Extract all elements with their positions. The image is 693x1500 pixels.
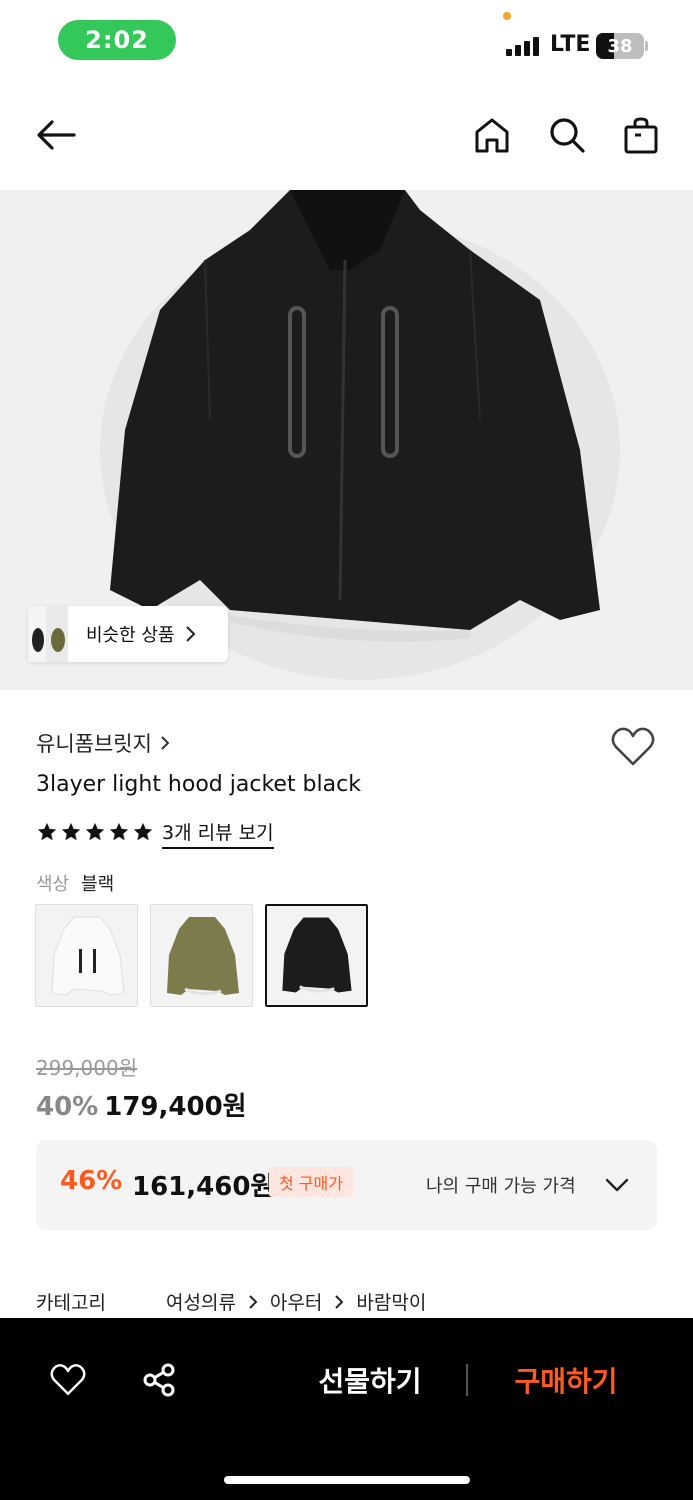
- original-price: 299,000원: [36, 1056, 138, 1080]
- similar-products-button[interactable]: 비슷한 상품: [28, 606, 228, 662]
- arrow-left-icon[interactable]: [34, 113, 78, 157]
- similar-thumbnails: [28, 606, 68, 662]
- similar-products-label: 비슷한 상품: [86, 625, 175, 646]
- category-breadcrumb: 여성의류 아우터 바람막이: [166, 1288, 426, 1315]
- category-item[interactable]: 여성의류: [166, 1288, 236, 1315]
- chevron-right-icon: [328, 1291, 350, 1313]
- network-type: LTE: [550, 32, 591, 57]
- top-navigation: [0, 95, 693, 185]
- buy-button[interactable]: 구매하기: [496, 1358, 636, 1402]
- battery-icon: 38: [596, 33, 644, 59]
- color-row: 색상 블랙: [36, 870, 114, 896]
- privacy-indicator-dot: [503, 12, 511, 20]
- gift-button[interactable]: 선물하기: [300, 1358, 440, 1402]
- category-row: 카테고리 여성의류 아우터 바람막이: [36, 1288, 426, 1315]
- bottom-action-bar: 선물하기 구매하기: [0, 1318, 693, 1500]
- home-icon[interactable]: [470, 113, 514, 157]
- chevron-right-icon: [242, 1291, 264, 1313]
- coupon-price: 161,460원: [132, 1172, 275, 1202]
- price-row: 40% 179,400원: [36, 1086, 247, 1123]
- brand-link[interactable]: 유니폼브릿지: [36, 728, 170, 758]
- category-label: 카테고리: [36, 1292, 106, 1314]
- chevron-right-icon: [185, 625, 197, 643]
- battery-cap: [645, 41, 648, 51]
- star-icon: [108, 821, 130, 847]
- shopping-bag-icon[interactable]: [619, 113, 663, 157]
- discount-rate: 40%: [36, 1092, 99, 1122]
- chevron-right-icon: [160, 735, 170, 751]
- rating-stars: [36, 821, 154, 847]
- category-item[interactable]: 아우터: [270, 1288, 322, 1315]
- chevron-down-icon[interactable]: [602, 1170, 632, 1200]
- coupon-discount-rate: 46%: [60, 1166, 123, 1196]
- divider: [466, 1364, 468, 1396]
- sale-price: 179,400원: [104, 1092, 247, 1122]
- heart-icon[interactable]: [46, 1358, 90, 1402]
- product-title: 3layer light hood jacket black: [36, 772, 361, 797]
- my-price-label: 나의 구매 가능 가격: [426, 1176, 576, 1197]
- color-swatches: [35, 904, 368, 1007]
- status-bar: 2:02 LTE 38: [0, 0, 693, 80]
- category-item[interactable]: 바람막이: [356, 1288, 426, 1315]
- product-image[interactable]: 비슷한 상품: [0, 190, 693, 690]
- star-icon: [84, 821, 106, 847]
- rating-row: 3개 리뷰 보기: [36, 818, 274, 849]
- search-icon[interactable]: [545, 113, 589, 157]
- star-icon: [36, 821, 58, 847]
- signal-icon: [506, 36, 539, 56]
- heart-icon[interactable]: [610, 726, 656, 768]
- color-label: 색상: [36, 874, 70, 895]
- swatch-black[interactable]: [265, 904, 368, 1007]
- home-indicator[interactable]: [224, 1476, 470, 1484]
- review-link[interactable]: 3개 리뷰 보기: [162, 818, 274, 849]
- share-icon[interactable]: [137, 1358, 181, 1402]
- brand-name: 유니폼브릿지: [36, 732, 152, 756]
- star-icon: [132, 821, 154, 847]
- swatch-white[interactable]: [35, 904, 138, 1007]
- status-time: 2:02: [58, 20, 176, 60]
- coupon-price-box[interactable]: 46% 161,460원 첫 구매가 나의 구매 가능 가격: [36, 1140, 657, 1230]
- first-purchase-badge: 첫 구매가: [269, 1167, 353, 1197]
- color-value: 블랙: [81, 874, 115, 895]
- swatch-khaki[interactable]: [150, 904, 253, 1007]
- star-icon: [60, 821, 82, 847]
- battery-percent: 38: [607, 35, 633, 57]
